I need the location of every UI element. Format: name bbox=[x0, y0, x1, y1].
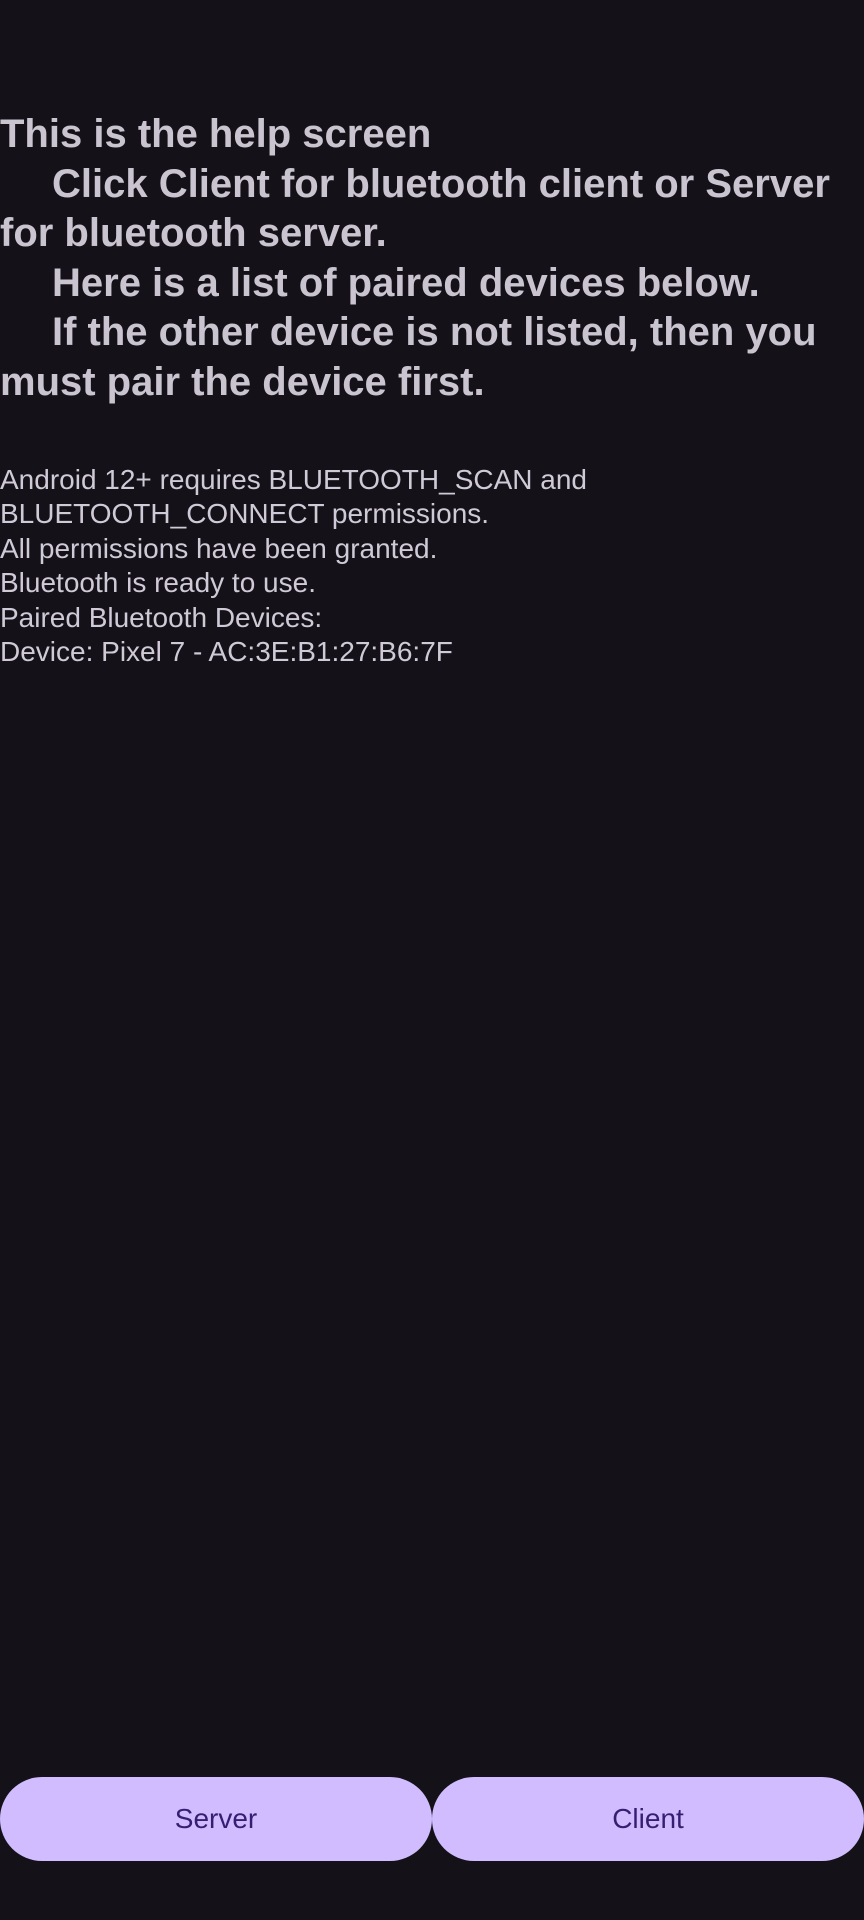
status-log: Android 12+ requires BLUETOOTH_SCAN and … bbox=[0, 463, 864, 669]
help-line: Click Client for bluetooth client or Ser… bbox=[52, 161, 830, 206]
help-line: for bluetooth server. bbox=[0, 211, 387, 256]
server-button[interactable]: Server bbox=[0, 1777, 432, 1861]
paired-devices-heading: Paired Bluetooth Devices: bbox=[0, 601, 323, 633]
status-line: Bluetooth is ready to use. bbox=[0, 567, 316, 599]
status-line: Android 12+ requires BLUETOOTH_SCAN and bbox=[0, 464, 587, 495]
client-button[interactable]: Client bbox=[432, 1777, 864, 1861]
status-line: BLUETOOTH_CONNECT permissions. bbox=[0, 498, 490, 530]
help-text: This is the help screen Click Client for… bbox=[0, 110, 864, 408]
status-line: All permissions have been granted. bbox=[0, 532, 438, 564]
help-line: This is the help screen bbox=[0, 112, 432, 156]
paired-device-item: Device: Pixel 7 - AC:3E:B1:27:B6:7F bbox=[0, 636, 453, 668]
help-line: Here is a list of paired devices below. bbox=[52, 260, 760, 305]
help-line: If the other device is not listed, then … bbox=[52, 310, 817, 355]
help-line: must pair the device first. bbox=[0, 359, 485, 404]
